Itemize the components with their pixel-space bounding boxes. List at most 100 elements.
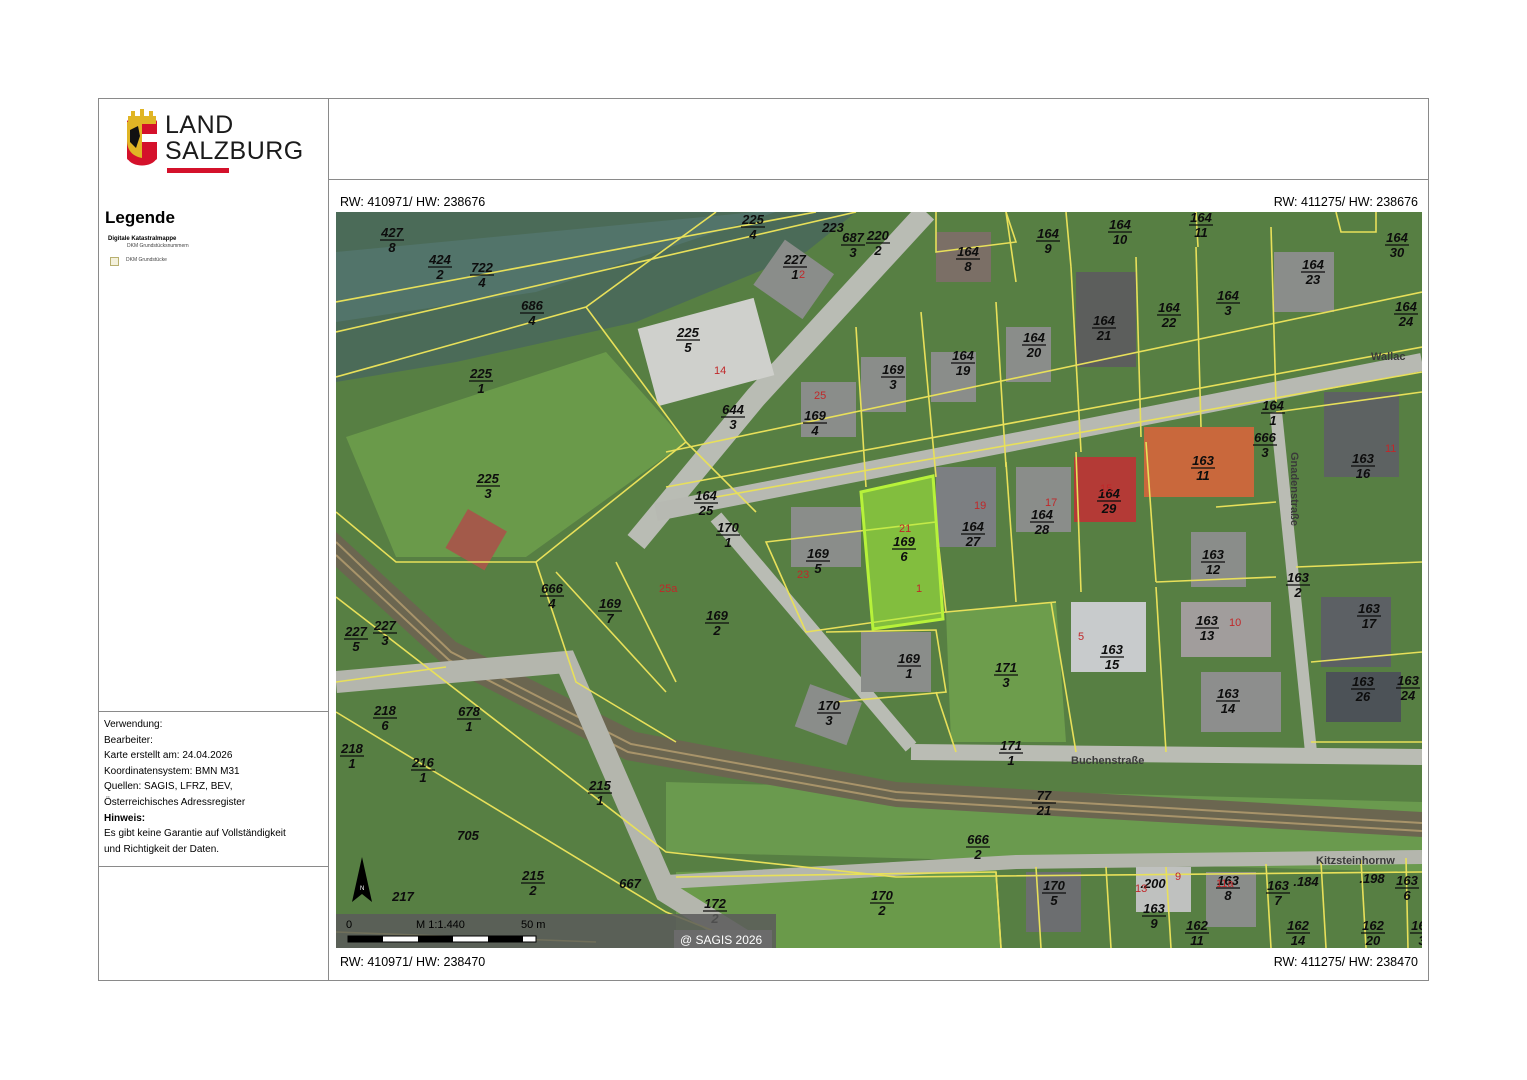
info-sources-1: Quellen: SAGIS, LFRZ, BEV,: [104, 781, 233, 793]
parcel-number: 163: [1267, 878, 1289, 893]
parcel-subnumber: 1: [348, 756, 355, 771]
parcel-number: 169: [898, 651, 920, 666]
coord-top-left: RW: 410971/ HW: 238676: [340, 195, 486, 209]
info-note-2: und Richtigkeit der Daten.: [104, 843, 220, 855]
parcel-subnumber: 2: [973, 847, 982, 862]
house-number: 17: [1045, 497, 1057, 509]
parcel-number: 164: [695, 488, 717, 503]
house-number: 9: [1175, 871, 1181, 883]
logo-line-salzburg: SALZBURG: [165, 137, 304, 165]
legend-group: Digitale Katastralmappe: [108, 236, 177, 242]
parcel-number: .198: [1359, 871, 1385, 886]
parcel-subnumber: 14: [1221, 701, 1236, 716]
parcel-number: 678: [458, 704, 480, 719]
logo-text: LAND SALZBURG: [165, 112, 304, 164]
info-created: Karte erstellt am: 24.04.2026: [104, 750, 233, 762]
parcel-number: 164: [952, 348, 974, 363]
parcel-subnumber: 4: [477, 275, 486, 290]
parcel-number: 77: [1037, 788, 1052, 803]
parcel-subnumber: 20: [1365, 933, 1381, 948]
parcel-subnumber: 12: [1206, 562, 1221, 577]
parcel-number: 171: [1000, 738, 1022, 753]
parcel-number: 216: [411, 755, 434, 770]
parcel-number: 424: [428, 252, 451, 267]
parcel-subnumber: 16: [1356, 466, 1371, 481]
house-number: 19: [974, 500, 986, 512]
parcel-number: 163: [1358, 601, 1380, 616]
parcel-subnumber: 1: [596, 793, 603, 808]
parcel-number: 164: [1037, 226, 1059, 241]
parcel-number: 164: [1023, 330, 1045, 345]
parcel-number: 164: [1109, 217, 1131, 232]
parcel-number: 163: [1202, 547, 1224, 562]
parcel-number: .184: [1293, 874, 1319, 889]
coord-bottom-left: RW: 410971/ HW: 238470: [340, 955, 486, 969]
coord-top-right: RW: 411275/ HW: 238676: [1273, 195, 1418, 209]
parcel-subnumber: 11: [1190, 933, 1204, 948]
house-number: 11: [1385, 443, 1396, 455]
parcel-subnumber: 3: [1261, 445, 1269, 460]
parcel-label: 705: [457, 828, 479, 843]
parcel-subnumber: 7: [1274, 893, 1282, 908]
parcel-subnumber: 1: [1007, 753, 1014, 768]
parcel-subnumber: 25: [698, 503, 714, 518]
parcel-subnumber: 3: [825, 713, 833, 728]
parcel-number: 163: [1396, 873, 1418, 888]
parcel-number: 169: [599, 596, 621, 611]
cadastral-map[interactable]: Buchenstraße Wallac Kitzsteinhornw Gnade…: [336, 212, 1422, 948]
parcel-subnumber: 13: [1200, 628, 1215, 643]
parcel-number: 644: [722, 402, 744, 417]
parcel-subnumber: 8: [964, 259, 972, 274]
parcel-number: 220: [866, 228, 889, 243]
house-number: 5: [1078, 631, 1084, 643]
parcel-subnumber: 1: [724, 535, 731, 550]
parcel-number: 164: [957, 244, 979, 259]
parcel-subnumber: 3: [729, 417, 737, 432]
parcel-number: 164: [1302, 257, 1324, 272]
parcel-number: 164: [962, 519, 984, 534]
parcel-number: 666: [541, 581, 563, 596]
parcel-number: 227: [783, 252, 806, 267]
parcel-subnumber: 22: [1161, 315, 1177, 330]
parcel-number: 225: [676, 325, 699, 340]
parcel-number: 667: [619, 876, 641, 891]
legend-box-item: DKM Grundstücke: [126, 257, 167, 263]
parcel-subnumber: 17: [1362, 616, 1377, 631]
parcel-subnumber: 4: [748, 227, 757, 242]
parcel-number: 223: [821, 220, 844, 235]
info-sources-2: Österreichisches Adressregister: [104, 796, 246, 808]
parcel-subnumber: 14: [1291, 933, 1306, 948]
parcel-subnumber: 8: [388, 240, 396, 255]
parcel-number: 170: [1043, 878, 1065, 893]
parcel-label: 223: [821, 220, 844, 235]
map-canvas: Buchenstraße Wallac Kitzsteinhornw Gnade…: [336, 212, 1422, 948]
frame-divider-vertical: [328, 98, 329, 981]
parcel-number: 722: [471, 260, 493, 275]
parcel-subnumber: 23: [1305, 272, 1321, 287]
legend-title: Legende: [105, 208, 175, 227]
parcel-number: 427: [380, 225, 403, 240]
svg-text:N: N: [360, 886, 364, 892]
parcel-subnumber: 6: [900, 549, 908, 564]
left-panel-divider-1: [98, 711, 328, 712]
parcel-subnumber: 2: [435, 267, 444, 282]
logo-line-land: LAND: [165, 111, 234, 139]
parcel-number: 164: [1190, 212, 1212, 225]
parcel-subnumber: 1: [905, 666, 912, 681]
parcel-subnumber: 11: [1196, 468, 1210, 483]
parcel-subnumber: 21: [1036, 803, 1051, 818]
street-label-buchenstrasse: Buchenstraße: [1071, 755, 1144, 767]
parcel-number: 163: [1192, 453, 1214, 468]
parcel-subnumber: 24: [1400, 688, 1416, 703]
parcel-number: 227: [373, 618, 396, 633]
street-label-wallac: Wallac: [1371, 351, 1405, 363]
scale-end: 50 m: [521, 919, 545, 931]
parcel-number: 225: [469, 366, 492, 381]
parcel-number: 170: [717, 520, 739, 535]
parcel-number: 163: [1143, 901, 1165, 916]
parcel-number: 225: [741, 212, 764, 227]
house-number: 25a: [659, 583, 678, 595]
left-panel-divider-2: [98, 866, 328, 867]
info-note-1: Es gibt keine Garantie auf Vollständigke…: [104, 828, 286, 840]
parcel-subnumber: 9: [1044, 241, 1052, 256]
